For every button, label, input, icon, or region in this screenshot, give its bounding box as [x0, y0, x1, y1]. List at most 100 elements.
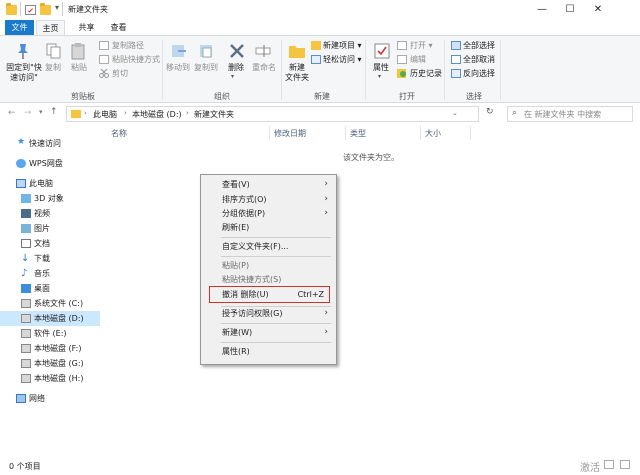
new-item-button[interactable]: 新建项目 ▾ [323, 41, 362, 51]
delete-button[interactable]: 删除 [228, 63, 244, 73]
details-view-icon[interactable] [604, 460, 614, 469]
new-item-label: 新建项目 [323, 41, 355, 50]
copy-path-button[interactable]: 复制路径 [112, 41, 144, 51]
forward-icon[interactable]: → [24, 108, 32, 118]
nav-label: 视频 [34, 209, 50, 218]
menu-item-group-by[interactable]: 分组依据(P) › [203, 207, 334, 221]
nav-item-videos[interactable]: 视频 [0, 206, 100, 221]
menu-item-label: 属性(R) [222, 347, 250, 356]
divider [420, 126, 421, 140]
properties-icon[interactable] [25, 5, 36, 15]
pin-icon [14, 42, 32, 60]
nav-label: 本地磁盘 (G:) [34, 359, 84, 368]
maximize-button[interactable]: ☐ [556, 0, 584, 20]
close-button[interactable]: ✕ [584, 0, 612, 20]
nav-item-documents[interactable]: 文档 [0, 236, 100, 251]
new-folder-icon[interactable] [40, 3, 51, 15]
invert-selection-button[interactable]: 反向选择 [463, 69, 495, 79]
recent-dropdown-icon[interactable]: ▾ [39, 108, 43, 116]
menu-item-paste[interactable]: 粘贴(P) [203, 259, 334, 273]
nav-label: 音乐 [34, 269, 50, 278]
nav-item-music[interactable]: ♪ 音乐 [0, 266, 100, 281]
easy-access-button[interactable]: 轻松访问 ▾ [323, 55, 362, 65]
nav-item-drive-c[interactable]: 系统文件 (C:) [0, 296, 100, 311]
search-input[interactable]: ⌕ 在 新建文件夹 中搜索 [507, 106, 633, 122]
select-all-button[interactable]: 全部选择 [463, 41, 495, 51]
nav-item-drive-d[interactable]: 本地磁盘 (D:) [0, 311, 100, 326]
tab-share[interactable]: 共享 [72, 20, 101, 35]
easy-access-label: 轻松访问 [323, 55, 355, 64]
menu-item-view[interactable]: 查看(V) › [203, 178, 334, 192]
nav-item-quick-access[interactable]: ★ 快速访问 [0, 136, 100, 151]
refresh-icon[interactable]: ↻ [486, 107, 494, 117]
nav-label: WPS网盘 [29, 159, 63, 168]
open-button[interactable]: 打开 ▾ [410, 41, 433, 51]
menu-item-customize-folder[interactable]: 自定义文件夹(F)... [203, 240, 334, 254]
nav-item-downloads[interactable]: ↓ 下载 [0, 251, 100, 266]
move-to-button[interactable]: 移动到 [166, 63, 190, 73]
copy-to-button[interactable]: 复制到 [194, 63, 218, 73]
menu-item-properties[interactable]: 属性(R) [203, 345, 334, 359]
breadcrumb-this-pc[interactable]: 此电脑 [93, 109, 117, 120]
drive-icon [21, 374, 31, 383]
menu-item-new[interactable]: 新建(W) › [203, 326, 334, 340]
paste-button[interactable]: 粘贴 [71, 63, 87, 73]
paste-shortcut-button[interactable]: 粘贴快捷方式 [112, 55, 160, 65]
nav-item-drive-h[interactable]: 本地磁盘 (H:) [0, 371, 100, 386]
qa-dropdown-icon[interactable]: ▾ [55, 3, 59, 12]
column-header-size[interactable]: 大小 [425, 128, 441, 139]
column-header-name[interactable]: 名称 [111, 128, 127, 139]
copy-button[interactable]: 复制 [45, 63, 61, 73]
nav-item-wps-drive[interactable]: WPS网盘 [0, 156, 100, 171]
column-header-type[interactable]: 类型 [350, 128, 366, 139]
properties-dropdown-icon[interactable]: ▾ [378, 73, 381, 80]
breadcrumb-drive-d[interactable]: 本地磁盘 (D:) [132, 109, 182, 120]
copy-to-icon [198, 42, 216, 60]
new-folder-button[interactable]: 新建 文件夹 [282, 63, 312, 83]
minimize-button[interactable]: — [528, 0, 556, 20]
nav-item-this-pc[interactable]: 此电脑 [0, 176, 100, 191]
menu-item-refresh[interactable]: 刷新(E) [203, 221, 334, 235]
nav-item-desktop[interactable]: 桌面 [0, 281, 100, 296]
nav-item-drive-e[interactable]: 软件 (E:) [0, 326, 100, 341]
nav-item-pictures[interactable]: 图片 [0, 221, 100, 236]
address-dropdown-icon[interactable]: ⌄ [452, 109, 458, 117]
nav-item-drive-g[interactable]: 本地磁盘 (G:) [0, 356, 100, 371]
menu-item-paste-shortcut[interactable]: 粘贴快捷方式(S) [203, 273, 334, 287]
address-bar[interactable]: › 此电脑 › 本地磁盘 (D:) › 新建文件夹 ⌄ [66, 106, 479, 122]
menu-item-label: 授予访问权限(G) [222, 309, 283, 318]
history-button[interactable]: 历史记录 [410, 69, 442, 79]
delete-dropdown-icon[interactable]: ▾ [231, 73, 234, 80]
cut-button[interactable]: 剪切 [112, 69, 128, 79]
menu-item-undo-delete[interactable]: 撤消 删除(U) Ctrl+Z [203, 288, 334, 302]
nav-item-drive-f[interactable]: 本地磁盘 (F:) [0, 341, 100, 356]
nav-item-network[interactable]: 网络 [0, 391, 100, 406]
nav-label: 图片 [34, 224, 50, 233]
select-none-button[interactable]: 全部取消 [463, 55, 495, 65]
nav-item-3d-objects[interactable]: 3D 对象 [0, 191, 100, 206]
search-icon: ⌕ [512, 108, 518, 118]
rename-button[interactable]: 重命名 [252, 63, 276, 73]
menu-separator [221, 256, 331, 257]
menu-separator [221, 323, 331, 324]
context-menu: 查看(V) › 排序方式(O) › 分组依据(P) › 刷新(E) 自定义文件夹… [200, 174, 337, 365]
back-icon[interactable]: ← [8, 108, 16, 118]
menu-item-give-access[interactable]: 授予访问权限(G) › [203, 307, 334, 321]
open-icon [397, 41, 407, 50]
tab-file[interactable]: 文件 [5, 20, 34, 35]
watermark: 激活 [580, 463, 600, 474]
empty-folder-message: 该文件夹为空。 [343, 153, 399, 162]
breadcrumb-current-folder[interactable]: 新建文件夹 [194, 109, 234, 120]
edit-button[interactable]: 编辑 [410, 55, 426, 65]
column-header-date[interactable]: 修改日期 [274, 128, 306, 139]
large-icons-view-icon[interactable] [620, 460, 630, 469]
nav-label: 本地磁盘 (F:) [34, 344, 82, 353]
up-icon[interactable]: ↑ [50, 107, 58, 117]
menu-item-sort-by[interactable]: 排序方式(O) › [203, 193, 334, 207]
3d-objects-icon [21, 194, 31, 203]
pin-quick-access-button[interactable]: 固定到"快 速访问" [4, 63, 44, 83]
properties-button[interactable]: 属性 [373, 63, 389, 73]
tab-home[interactable]: 主页 [36, 20, 65, 35]
paste-icon [70, 42, 88, 60]
tab-view[interactable]: 查看 [104, 20, 133, 35]
